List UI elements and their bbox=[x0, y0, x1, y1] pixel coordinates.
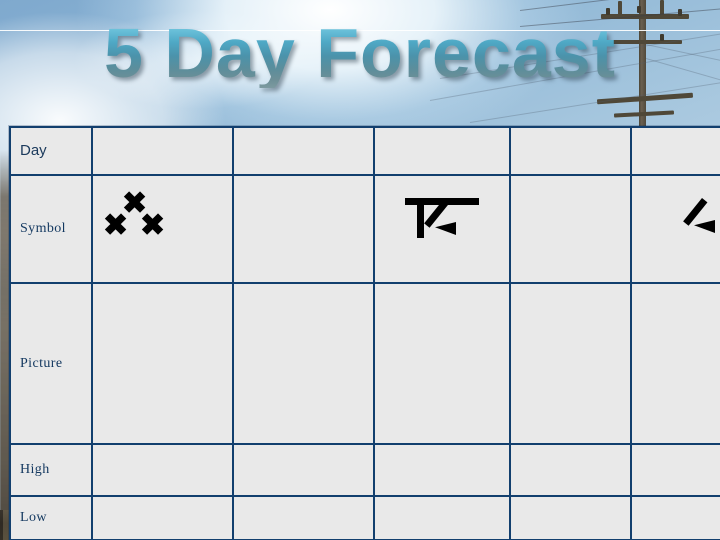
pole-mast bbox=[639, 0, 646, 128]
snow-x-icon-2: ✖ bbox=[103, 209, 129, 242]
low-cell-3[interactable] bbox=[373, 495, 511, 540]
table-row-symbol: Symbol ✖ ✖ ✖ bbox=[9, 174, 720, 284]
lightning-symbol-icon bbox=[632, 176, 720, 282]
insulator-2 bbox=[637, 6, 641, 13]
symbol-cell-1[interactable]: ✖ ✖ ✖ bbox=[91, 174, 234, 284]
table-row-high: High bbox=[9, 443, 720, 497]
day-cell-2[interactable] bbox=[232, 126, 375, 176]
insulator-1 bbox=[606, 8, 610, 15]
picture-cell-1[interactable] bbox=[91, 282, 234, 445]
lightning-bolt-icon-2 bbox=[683, 198, 720, 238]
low-cell-2[interactable] bbox=[232, 495, 375, 540]
high-cell-1[interactable] bbox=[91, 443, 234, 497]
day-cell-1[interactable] bbox=[91, 126, 234, 176]
high-cell-5[interactable] bbox=[630, 443, 720, 497]
insulator-4 bbox=[660, 34, 664, 41]
row-label-low: Low bbox=[20, 510, 47, 525]
high-cell-2[interactable] bbox=[232, 443, 375, 497]
snow-symbol-icon: ✖ ✖ ✖ bbox=[93, 176, 232, 282]
row-label-picture-cell: Picture bbox=[9, 282, 93, 445]
row-label-day-cell: Day bbox=[9, 126, 93, 176]
high-cell-3[interactable] bbox=[373, 443, 511, 497]
row-label-low-cell: Low bbox=[9, 495, 93, 540]
low-cell-5[interactable] bbox=[630, 495, 720, 540]
picture-cell-5[interactable] bbox=[630, 282, 720, 445]
symbol-cell-5[interactable] bbox=[630, 174, 720, 284]
row-label-picture: Picture bbox=[20, 355, 63, 371]
row-label-day: Day bbox=[20, 142, 47, 159]
t-glyph-stem-icon bbox=[417, 205, 424, 238]
table-row-picture: Picture bbox=[9, 282, 720, 445]
picture-cell-4[interactable] bbox=[509, 282, 632, 445]
day-cell-4[interactable] bbox=[509, 126, 632, 176]
snow-x-icon-3: ✖ bbox=[140, 209, 166, 242]
forecast-table: Day Symbol ✖ ✖ ✖ Picture High Low bbox=[9, 126, 720, 540]
symbol-cell-4[interactable] bbox=[509, 174, 632, 284]
picture-cell-2[interactable] bbox=[232, 282, 375, 445]
table-row-day: Day bbox=[9, 126, 720, 176]
row-label-high: High bbox=[20, 462, 50, 477]
high-cell-4[interactable] bbox=[509, 443, 632, 497]
lightning-bolt-icon bbox=[424, 200, 470, 240]
low-cell-4[interactable] bbox=[509, 495, 632, 540]
table-row-low: Low bbox=[9, 495, 720, 540]
row-label-high-cell: High bbox=[9, 443, 93, 497]
symbol-cell-3[interactable] bbox=[373, 174, 511, 284]
day-cell-5[interactable] bbox=[630, 126, 720, 176]
pole-brace-1 bbox=[618, 1, 622, 17]
symbol-cell-2[interactable] bbox=[232, 174, 375, 284]
thunderstorm-symbol-icon bbox=[375, 176, 509, 282]
horizon-highlight-line bbox=[0, 30, 720, 31]
day-cell-3[interactable] bbox=[373, 126, 511, 176]
row-label-symbol: Symbol bbox=[20, 221, 66, 236]
forecast-slide: 5 Day Forecast Day Symbol ✖ bbox=[0, 0, 720, 540]
row-label-symbol-cell: Symbol bbox=[9, 174, 93, 284]
low-cell-1[interactable] bbox=[91, 495, 234, 540]
picture-cell-3[interactable] bbox=[373, 282, 511, 445]
